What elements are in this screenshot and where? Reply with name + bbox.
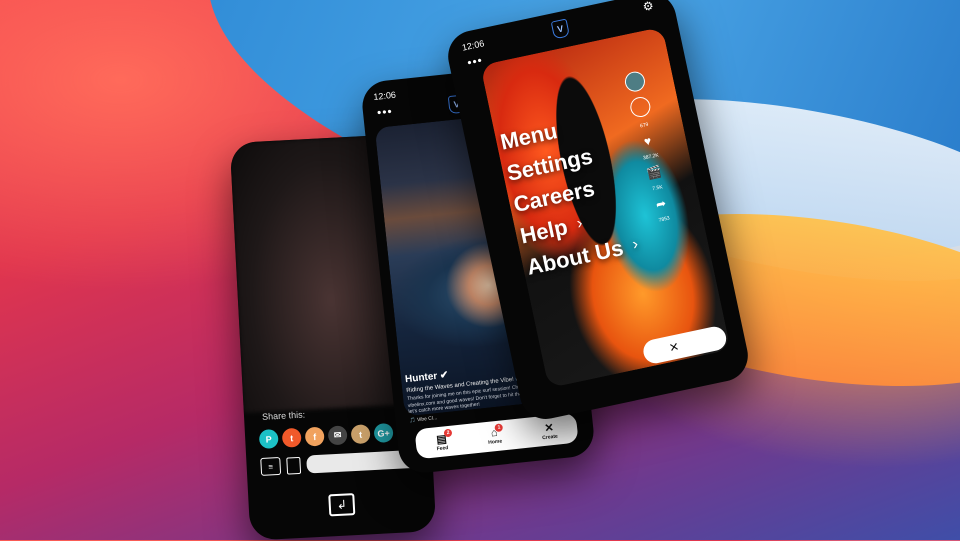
- document-icon[interactable]: [286, 456, 302, 475]
- heart-icon[interactable]: ♥: [643, 134, 653, 149]
- home-badge: 1: [494, 423, 504, 433]
- share-icons-row: P t f ✉ t G+: [258, 422, 394, 449]
- create-icon: ✕: [667, 339, 681, 356]
- pinterest-icon[interactable]: P: [258, 429, 279, 449]
- nav-home-label: Home: [488, 438, 503, 446]
- facebook-icon[interactable]: f: [304, 426, 325, 447]
- vibe-logo-icon: V: [550, 18, 571, 40]
- clapper-icon[interactable]: 🎬: [646, 164, 664, 181]
- avatar[interactable]: [623, 69, 647, 94]
- feed-badge: 2: [443, 428, 453, 437]
- follow-count: 679: [639, 121, 650, 130]
- feed-icon: ▤ 2: [436, 428, 453, 446]
- home-icon: ⌂ 1: [490, 423, 504, 440]
- share-icon[interactable]: ➦: [655, 196, 668, 212]
- gear-icon[interactable]: ⚙: [641, 0, 654, 14]
- email-icon[interactable]: ✉: [327, 425, 348, 446]
- like-count: 387.2K: [642, 152, 660, 162]
- create-icon: ✕: [543, 421, 555, 435]
- google-plus-icon[interactable]: G+: [373, 422, 394, 443]
- follow-icon[interactable]: [628, 95, 653, 119]
- share-label: Share this:: [261, 409, 306, 422]
- twitter-icon[interactable]: t: [281, 427, 302, 448]
- tumblr-icon[interactable]: t: [350, 424, 371, 445]
- nav-feed-label: Feed: [436, 444, 449, 452]
- return-icon[interactable]: ↲: [328, 493, 356, 517]
- more-icon[interactable]: •••: [466, 53, 484, 70]
- clip-count: 7.5K: [651, 184, 664, 193]
- chat-icon[interactable]: ≡: [260, 456, 282, 476]
- nav-feed[interactable]: ▤ 2 Feed: [435, 428, 453, 452]
- status-time: 12:06: [461, 38, 486, 53]
- nav-home[interactable]: ⌂ 1 Home: [487, 423, 504, 446]
- more-icon[interactable]: •••: [376, 104, 393, 120]
- nav-create[interactable]: ✕ Create: [541, 420, 558, 440]
- chevron-right-icon: ›: [575, 214, 585, 233]
- status-time: 12:06: [372, 89, 397, 102]
